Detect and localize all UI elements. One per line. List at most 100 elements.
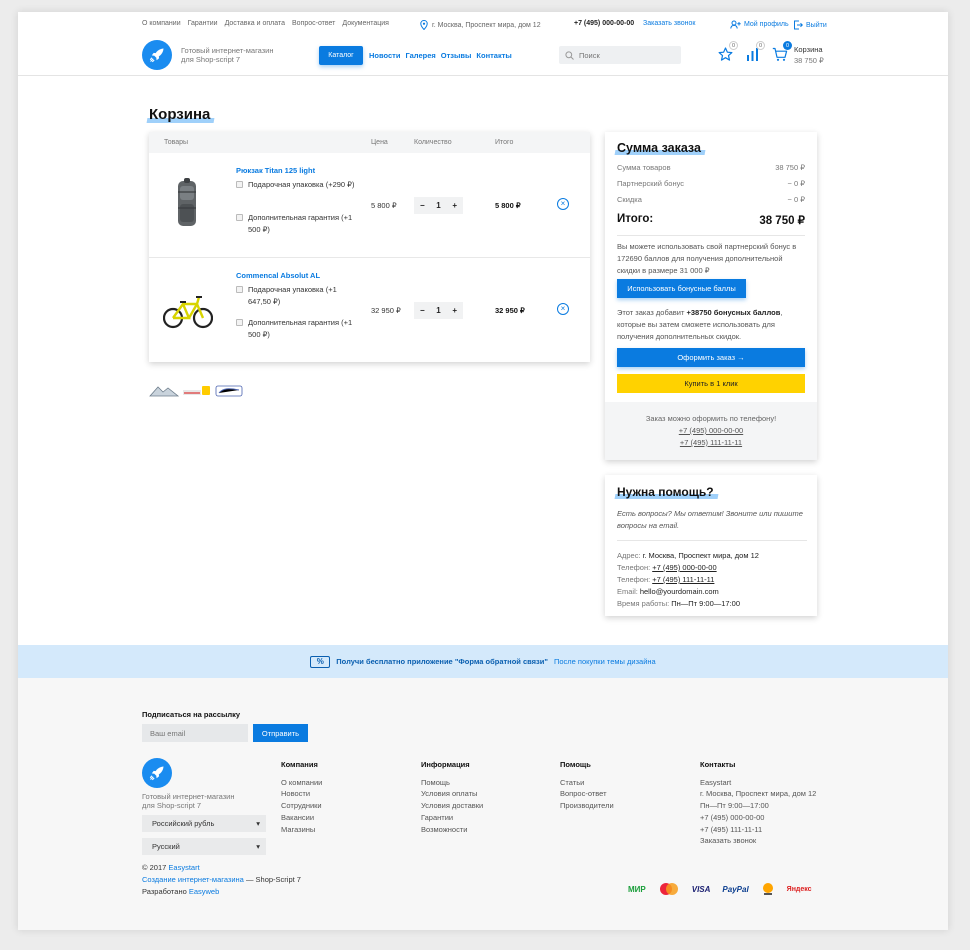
footer-link[interactable]: Условия оплаты — [421, 788, 483, 800]
banner-link[interactable]: После покупки темы дизайна — [554, 657, 656, 666]
footer-link[interactable]: Вопрос-ответ — [560, 788, 614, 800]
footer-logo-tagline: Готовый интернет-магазин для Shop-script… — [142, 792, 235, 810]
visa-logo: VISA — [691, 884, 711, 894]
cart-summary[interactable]: Корзина 38 750 ₽ — [794, 44, 824, 66]
profile-link[interactable]: Мой профиль — [730, 20, 789, 29]
summary-goods-label: Сумма товаров — [617, 163, 671, 172]
one-click-buy-button[interactable]: Купить в 1 клик — [617, 374, 805, 393]
footer-link[interactable]: Магазины — [281, 824, 322, 836]
footer-link[interactable]: Новости — [281, 788, 322, 800]
footer-logo[interactable] — [142, 758, 172, 788]
quantity-minus-button[interactable]: − — [420, 306, 425, 315]
nav-contacts[interactable]: Контакты — [476, 51, 511, 60]
footer-link[interactable]: О компании — [281, 777, 322, 789]
nav-news[interactable]: Новости — [369, 51, 400, 60]
made-with-link[interactable]: Создание интернет-магазина — [142, 875, 244, 884]
page-title: Корзина — [149, 106, 210, 123]
option-gift-wrap[interactable]: Подарочная упаковка (+290 ₽) — [236, 179, 360, 191]
order-phone-1[interactable]: +7 (495) 000-00-00 — [605, 425, 817, 437]
help-email-value[interactable]: hello@yourdomain.com — [640, 587, 719, 596]
callback-link[interactable]: Заказать звонок — [643, 20, 695, 27]
footer-link[interactable]: Гарантии — [421, 812, 483, 824]
compare-button[interactable]: 0 — [746, 41, 765, 64]
footer-link[interactable]: Возможности — [421, 824, 483, 836]
developer-link[interactable]: Easyweb — [189, 887, 219, 896]
search-input[interactable] — [579, 50, 669, 60]
logo-tagline-line-2: для Shop-script 7 — [181, 55, 241, 64]
catalog-button[interactable]: Каталог — [319, 46, 363, 65]
logout-link[interactable]: Выйти — [793, 20, 827, 30]
footer-contact[interactable]: +7 (495) 111-11-11 — [700, 824, 816, 836]
language-select[interactable]: Русский ▾ — [142, 838, 266, 855]
currency-select[interactable]: Российский рубль ▾ — [142, 815, 266, 832]
app-promo-banner[interactable]: % Получи бесплатно приложение "Форма обр… — [18, 645, 948, 678]
header-phone[interactable]: +7 (495) 000-00-00 — [574, 20, 634, 27]
summary-discount-label: Скидка — [617, 195, 642, 204]
summary-title: Сумма заказа — [617, 141, 701, 155]
product-name[interactable]: Commencal Absolut AL — [236, 271, 320, 280]
top-link-faq[interactable]: Вопрос-ответ — [292, 20, 335, 27]
footer-link[interactable]: Производители — [560, 800, 614, 812]
mir-logo: МИР — [628, 884, 646, 894]
help-phone-label: Телефон: — [617, 575, 651, 584]
product-name[interactable]: Рюкзак Titan 125 light — [236, 166, 315, 175]
use-bonus-button[interactable]: Использовать бонусные баллы — [617, 279, 746, 298]
option-gift-wrap[interactable]: Подарочная упаковка (+1 647,50 ₽) — [236, 284, 360, 308]
remove-item-button[interactable]: × — [557, 198, 569, 210]
rocket-icon — [149, 766, 164, 781]
quantity-plus-button[interactable]: + — [452, 201, 457, 210]
help-phone-1-value[interactable]: +7 (495) 000-00-00 — [652, 563, 716, 572]
rocket-icon — [149, 48, 164, 63]
quantity-value[interactable]: 1 — [436, 306, 440, 315]
top-link-about[interactable]: О компании — [142, 20, 181, 27]
footer-link[interactable]: Сотрудники — [281, 800, 322, 812]
quantity-plus-button[interactable]: + — [452, 306, 457, 315]
footer-link[interactable]: Заказать звонок — [700, 835, 816, 847]
earn-note-pre: Этот заказ добавит — [617, 308, 687, 317]
top-link-docs[interactable]: Документация — [342, 20, 389, 27]
checkbox[interactable] — [236, 214, 243, 221]
cart-button[interactable]: 0 — [772, 41, 792, 64]
logo[interactable] — [142, 40, 172, 70]
footer-link[interactable]: Условия доставки — [421, 800, 483, 812]
developer: Разработано Easyweb — [142, 887, 219, 896]
remove-item-button[interactable]: × — [557, 303, 569, 315]
favorites-count-badge: 0 — [729, 41, 738, 50]
footer-contact: Пн—Пт 9:00—17:00 — [700, 801, 769, 811]
option-extra-warranty[interactable]: Дополнительная гарантия (+1 500 ₽) — [236, 212, 360, 236]
copyright-link[interactable]: Easystart — [168, 863, 199, 872]
footer-contact[interactable]: +7 (495) 000-00-00 — [700, 812, 816, 824]
top-links: О компании Гарантии Доставка и оплата Во… — [142, 20, 389, 27]
product-image-backpack[interactable] — [174, 178, 200, 228]
checkbox[interactable] — [236, 319, 243, 326]
nav-reviews[interactable]: Отзывы — [441, 51, 472, 60]
footer: Подписаться на рассылку Отправить Готовы… — [18, 678, 948, 930]
footer-link[interactable]: Статьи — [560, 777, 614, 789]
nav-gallery[interactable]: Галерея — [405, 51, 435, 60]
qiwi-logo — [762, 883, 773, 895]
footer-column-info: Информация Помощь Условия оплаты Условия… — [421, 759, 483, 835]
quantity-value[interactable]: 1 — [436, 201, 440, 210]
quantity-minus-button[interactable]: − — [420, 201, 425, 210]
option-label: Дополнительная гарантия (+1 500 ₽) — [248, 318, 353, 339]
favorites-button[interactable]: 0 — [718, 41, 738, 64]
top-link-delivery[interactable]: Доставка и оплата — [225, 20, 285, 27]
paypal-logo: PayPal — [722, 884, 749, 894]
help-box: Нужна помощь? Есть вопросы? Мы ответим! … — [605, 475, 817, 616]
yandex-money-logo: Яндекс — [786, 885, 812, 893]
newsletter-email-input[interactable] — [142, 724, 248, 742]
footer-link[interactable]: Вакансии — [281, 812, 322, 824]
help-hours: Время работы: Пн—Пт 9:00—17:00 — [617, 599, 740, 608]
footer-link[interactable]: Помощь — [421, 777, 483, 789]
top-link-guarantees[interactable]: Гарантии — [188, 20, 218, 27]
checkout-button[interactable]: Оформить заказ → — [617, 348, 805, 367]
checkbox[interactable] — [236, 181, 243, 188]
newsletter-submit-button[interactable]: Отправить — [253, 724, 308, 742]
product-image-bicycle[interactable] — [163, 288, 213, 330]
option-extra-warranty[interactable]: Дополнительная гарантия (+1 500 ₽) — [236, 317, 360, 341]
summary-total: Итого: 38 750 ₽ — [617, 213, 805, 236]
order-phone-2[interactable]: +7 (495) 111-11-11 — [605, 437, 817, 449]
help-title-text: Нужна помощь? — [617, 485, 714, 499]
checkbox[interactable] — [236, 286, 243, 293]
help-phone-2-value[interactable]: +7 (495) 111-11-11 — [652, 575, 714, 584]
